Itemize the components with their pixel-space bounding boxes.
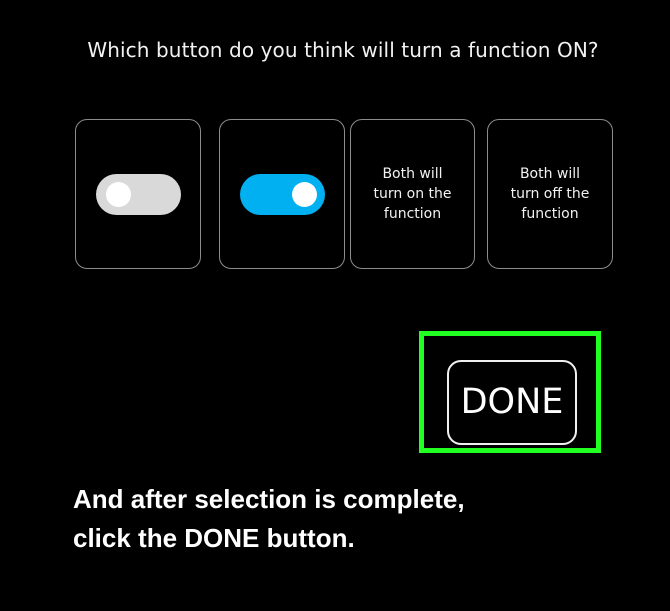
toggle-on-icon xyxy=(240,174,325,215)
toggle-off-icon xyxy=(96,174,181,215)
option-label: Both will turn off the function xyxy=(488,164,612,224)
option-label-line: turn off the xyxy=(510,186,590,202)
option-label: Both will turn on the function xyxy=(351,164,474,224)
option-both-on[interactable]: Both will turn on the function xyxy=(350,119,475,269)
option-toggle-off[interactable] xyxy=(75,119,201,269)
instruction-text: And after selection is complete, click t… xyxy=(73,480,633,558)
toggle-knob xyxy=(106,182,131,207)
option-label-line: Both will xyxy=(382,166,443,182)
option-label-line: Both will xyxy=(519,166,581,182)
option-label-line: function xyxy=(521,206,579,222)
question-text: Which button do you think will turn a fu… xyxy=(87,38,599,62)
done-button[interactable]: DONE xyxy=(447,360,577,445)
option-label-line: function xyxy=(383,206,442,222)
toggle-knob xyxy=(292,182,317,207)
instruction-line: And after selection is complete, xyxy=(73,484,465,514)
option-both-off[interactable]: Both will turn off the function xyxy=(487,119,613,269)
option-label-line: turn on the xyxy=(373,186,452,202)
instruction-line: click the DONE button. xyxy=(73,523,355,553)
option-toggle-on[interactable] xyxy=(219,119,345,269)
